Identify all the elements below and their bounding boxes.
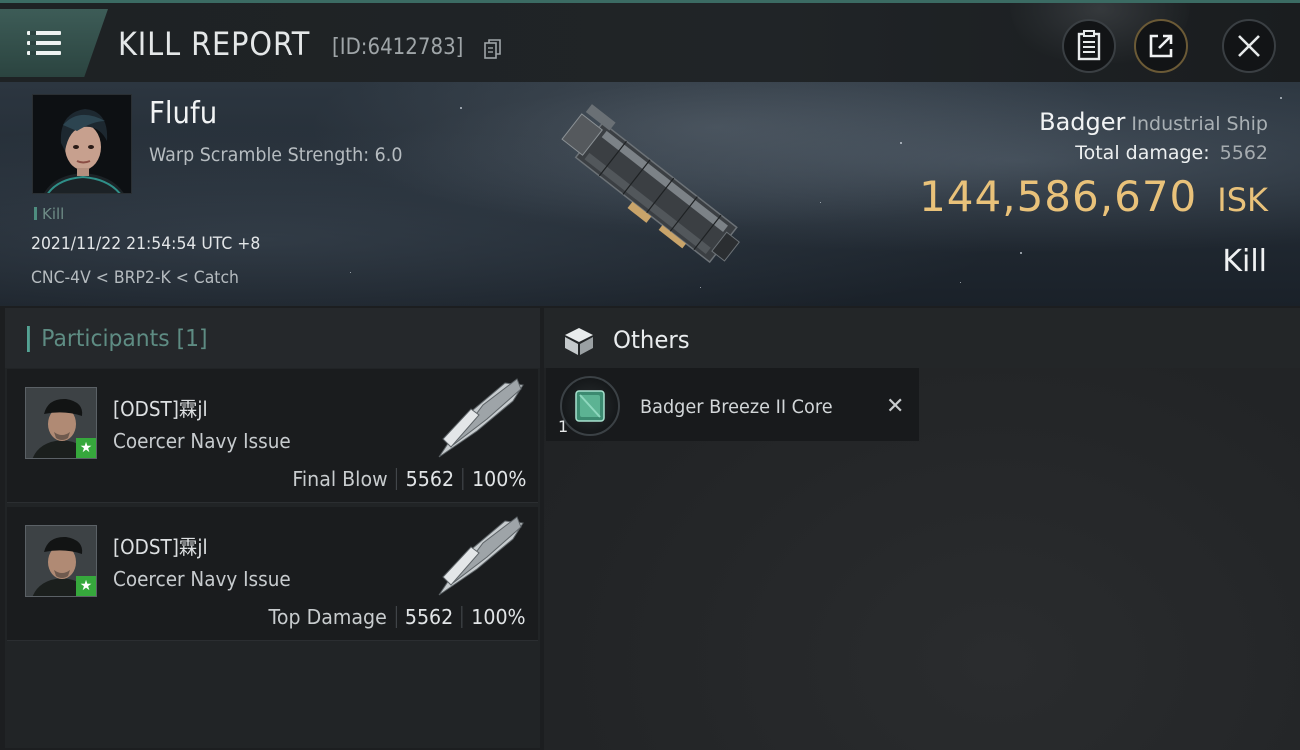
- top-bar: KILL REPORT [ID:6412783]: [0, 0, 1300, 82]
- kill-result: Kill: [1222, 244, 1267, 279]
- divider: [462, 468, 464, 490]
- participant-row[interactable]: ★ [ODST]霖jl Coercer Navy Issue Top Damag…: [7, 507, 538, 641]
- participant-damage: 5562: [405, 605, 454, 629]
- share-icon: [1149, 34, 1173, 58]
- star-icon: ★: [76, 576, 96, 596]
- victim-ship-name[interactable]: Badger: [1039, 108, 1125, 136]
- kill-tag: Kill: [34, 205, 64, 223]
- participant-ship-image: [438, 516, 524, 596]
- total-damage-label: Total damage:: [1075, 142, 1210, 164]
- copy-icon[interactable]: [484, 39, 502, 59]
- isk-value-line: 144,586,670 ISK: [919, 172, 1268, 221]
- others-header: Others: [544, 308, 1300, 368]
- participant-stats: Final Blow 5562 100%: [292, 467, 526, 491]
- participant-percent: 100%: [471, 467, 526, 491]
- participant-ship-image: [438, 378, 524, 458]
- isk-unit: ISK: [1217, 181, 1268, 219]
- share-button[interactable]: [1134, 19, 1188, 73]
- participant-damage: 5562: [405, 467, 454, 491]
- victim-portrait[interactable]: [32, 94, 132, 194]
- list-item[interactable]: 1 Badger Breeze II Core ✕: [546, 368, 919, 441]
- victim-banner: Flufu Warp Scramble Strength: 6.0 Kill 2…: [0, 82, 1300, 306]
- participants-title[interactable]: Participants [1]: [27, 326, 208, 352]
- item-icon: [560, 376, 620, 436]
- menu-button[interactable]: [0, 9, 108, 77]
- others-panel: Others 1 Badger Breeze II Core ✕: [544, 308, 1300, 750]
- clipboard-button[interactable]: [1062, 19, 1116, 73]
- close-icon: [1238, 35, 1260, 57]
- report-id: [ID:6412783]: [332, 35, 464, 60]
- page-title: KILL REPORT: [118, 25, 311, 63]
- participant-name[interactable]: [ODST]霖jl: [113, 393, 208, 422]
- victim-stat: Warp Scramble Strength: 6.0: [149, 144, 403, 166]
- divider: [462, 606, 464, 628]
- victim-ship-class: Industrial Ship: [1131, 113, 1268, 135]
- isk-value: 144,586,670: [919, 172, 1198, 221]
- kill-datetime: 2021/11/22 21:54:54 UTC +8: [31, 234, 261, 254]
- participant-blow-label: Top Damage: [268, 605, 388, 629]
- total-damage: Total damage: 5562: [1075, 142, 1268, 164]
- others-title: Others: [613, 326, 690, 354]
- divider: [395, 606, 397, 628]
- victim-ship-line: Badger Industrial Ship: [1039, 108, 1268, 136]
- item-quantity: 1: [558, 417, 569, 436]
- participant-blow-label: Final Blow: [291, 467, 388, 491]
- participant-name[interactable]: [ODST]霖jl: [113, 531, 208, 560]
- victim-name: Flufu: [149, 96, 218, 131]
- participant-percent: 100%: [471, 605, 526, 629]
- item-name: Badger Breeze II Core: [640, 396, 833, 418]
- destroyed-icon: ✕: [886, 394, 905, 419]
- victim-ship-image: [561, 104, 740, 264]
- kill-location[interactable]: CNC-4V < BRP2-K < Catch: [31, 268, 239, 288]
- participants-header: Participants [1]: [5, 308, 540, 368]
- participant-row[interactable]: ★ [ODST]霖jl Coercer Navy Issue Final Blo…: [7, 369, 538, 503]
- participant-ship: Coercer Navy Issue: [113, 567, 291, 591]
- divider: [395, 468, 397, 490]
- close-button[interactable]: [1222, 19, 1276, 73]
- total-damage-value: 5562: [1219, 142, 1268, 164]
- box-icon: [565, 328, 593, 355]
- star-icon: ★: [76, 438, 96, 458]
- avatar[interactable]: ★: [25, 525, 97, 597]
- participants-panel: Participants [1] ★ [ODST]霖jl Coercer Nav…: [5, 308, 540, 748]
- participant-ship: Coercer Navy Issue: [113, 429, 291, 453]
- clipboard-icon: [1077, 30, 1101, 61]
- participant-stats: Top Damage 5562 100%: [269, 605, 526, 629]
- avatar[interactable]: ★: [25, 387, 97, 459]
